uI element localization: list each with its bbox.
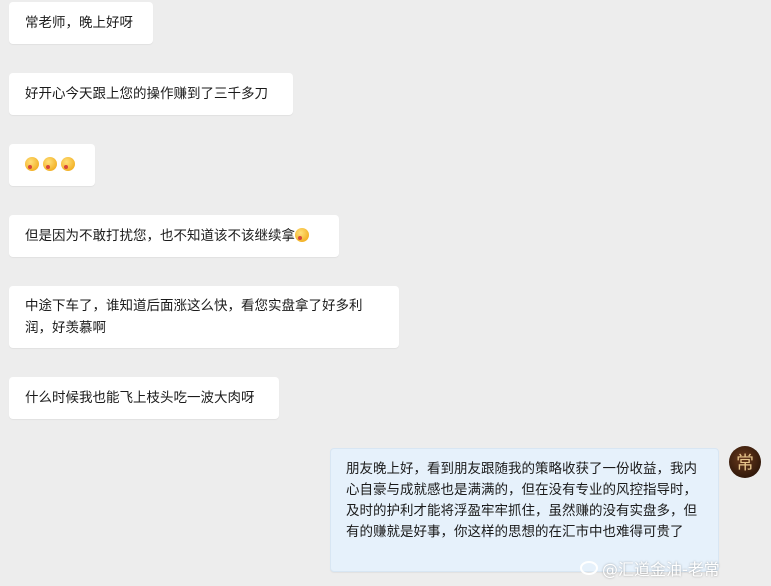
my-message-bubble: 朋友晚上好，看到朋友跟随我的策略收获了一份收益，我内心自豪与成就感也是满满的，但… xyxy=(330,448,719,572)
message-bubble: 什么时候我也能飞上枝头吃一波大肉呀 xyxy=(9,377,279,419)
watermark-text: @汇道金油-老常 xyxy=(602,560,720,579)
message-text: 常老师，晚上好呀 xyxy=(25,15,133,31)
message-bubble: 好开心今天跟上您的操作赚到了三千多刀 xyxy=(9,73,293,115)
message-bubble: 但是因为不敢打扰您，也不知道该不该继续拿 xyxy=(9,215,339,257)
smirk-face-emoji-icon xyxy=(25,157,39,171)
message-text: 但是因为不敢打扰您，也不知道该不该继续拿 xyxy=(25,228,295,244)
message-bubble: 常老师，晚上好呀 xyxy=(9,2,153,44)
weibo-icon xyxy=(580,561,598,575)
watermark: @汇道金油-老常 xyxy=(580,556,720,580)
avatar-char: 常 xyxy=(736,453,754,474)
avatar[interactable]: 常 xyxy=(729,446,761,478)
message-text: 好开心今天跟上您的操作赚到了三千多刀 xyxy=(25,86,268,102)
message-bubble xyxy=(9,144,95,186)
message-bubble: 中途下车了，谁知道后面涨这么快，看您实盘拿了好多利润，好羡慕啊 xyxy=(9,286,399,348)
message-text: 朋友晚上好，看到朋友跟随我的策略收获了一份收益，我内心自豪与成就感也是满满的，但… xyxy=(346,461,697,540)
message-text: 中途下车了，谁知道后面涨这么快，看您实盘拿了好多利润，好羡慕啊 xyxy=(25,298,363,336)
smirk-face-emoji-icon xyxy=(61,157,75,171)
message-text: 什么时候我也能飞上枝头吃一波大肉呀 xyxy=(25,390,255,406)
smirk-face-emoji-icon xyxy=(43,157,57,171)
laugh-cry-emoji-icon xyxy=(295,228,309,242)
